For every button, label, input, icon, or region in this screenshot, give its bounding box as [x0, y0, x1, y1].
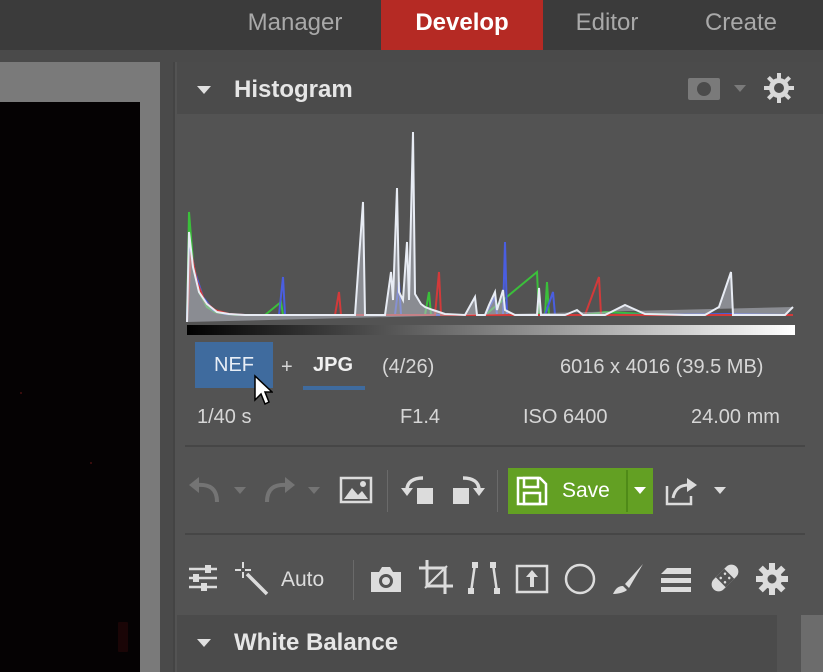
format-plus: +: [281, 356, 293, 378]
crop-icon[interactable]: [419, 560, 453, 594]
collapse-triangle-icon[interactable]: [197, 86, 211, 94]
undo-dropdown-icon[interactable]: [233, 486, 247, 496]
share-dropdown-icon[interactable]: [713, 486, 727, 496]
divider: [185, 445, 805, 447]
photo-preview-area: [0, 62, 160, 672]
histogram-graph[interactable]: [185, 122, 795, 342]
iso: ISO 6400: [523, 406, 608, 428]
tools-gear-icon[interactable]: [755, 562, 789, 596]
jpg-active-underline: [303, 386, 365, 390]
healing-bandage-icon[interactable]: [707, 560, 743, 596]
separator: [497, 470, 498, 512]
gear-icon[interactable]: [763, 72, 795, 104]
undo-icon[interactable]: [187, 476, 223, 506]
gradient-filter-icon[interactable]: [659, 566, 693, 594]
jpg-format-button[interactable]: JPG: [313, 354, 353, 377]
focal-length: 24.00 mm: [691, 406, 780, 428]
share-icon[interactable]: [665, 476, 699, 506]
tab-develop[interactable]: Develop: [381, 0, 543, 50]
save-label: Save: [562, 479, 610, 502]
save-dropdown-icon[interactable]: [633, 486, 647, 496]
photo-preview[interactable]: [0, 102, 140, 672]
brush-icon[interactable]: [611, 562, 645, 596]
image-dimensions: 6016 x 4016 (39.5 MB): [560, 356, 764, 378]
redo-icon[interactable]: [261, 476, 297, 506]
rotate-left-icon[interactable]: [401, 472, 439, 508]
straighten-icon[interactable]: [515, 564, 549, 594]
aperture: F1.4: [400, 406, 441, 428]
save-button[interactable]: Save: [508, 468, 653, 514]
tab-create[interactable]: Create: [684, 0, 798, 50]
white-balance-title: White Balance: [234, 629, 399, 656]
floppy-disk-icon: [516, 476, 548, 506]
panel-scrollbar[interactable]: [801, 615, 823, 672]
mask-toggle-icon[interactable]: [687, 76, 721, 102]
separator: [353, 560, 354, 600]
compare-image-icon[interactable]: [339, 476, 373, 504]
tab-editor[interactable]: Editor: [554, 0, 660, 50]
mouse-cursor-icon: [253, 374, 273, 406]
tab-manager[interactable]: Manager: [228, 0, 362, 50]
perspective-icon[interactable]: [467, 562, 501, 594]
circle-filter-icon[interactable]: [563, 562, 597, 596]
top-nav: Manager Develop Editor Create: [0, 0, 823, 50]
white-balance-header[interactable]: White Balance: [177, 615, 777, 672]
histogram-header[interactable]: Histogram: [177, 62, 823, 114]
histogram-title: Histogram: [234, 76, 353, 103]
camera-icon[interactable]: [369, 564, 403, 594]
redo-dropdown-icon[interactable]: [307, 486, 321, 496]
auto-button[interactable]: Auto: [281, 568, 324, 592]
collapse-triangle-icon[interactable]: [197, 639, 211, 647]
chevron-down-icon[interactable]: [733, 84, 747, 94]
save-split-divider: [626, 470, 628, 512]
develop-panel: Histogram NEF + JPG (4/26) 6016 x 4016 (…: [173, 62, 823, 672]
app-window: Manager Develop Editor Create Histogram: [0, 0, 823, 672]
file-index: (4/26): [382, 356, 435, 378]
shutter-speed: 1/40 s: [197, 406, 252, 428]
adjustments-sliders-icon[interactable]: [187, 562, 219, 594]
divider: [185, 533, 805, 535]
magic-wand-icon[interactable]: [235, 562, 269, 596]
rotate-right-icon[interactable]: [449, 472, 487, 508]
separator: [387, 470, 388, 512]
